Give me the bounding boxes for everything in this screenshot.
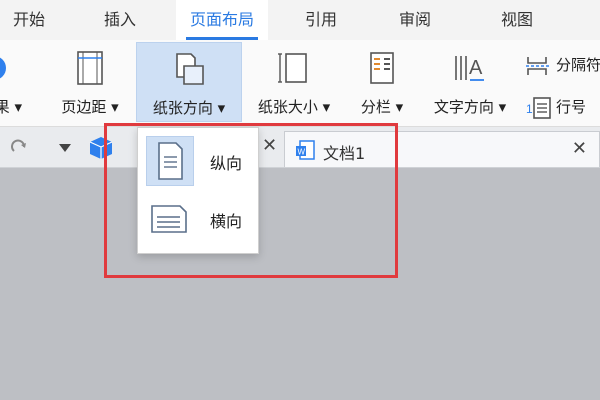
- page-margins-button[interactable]: 页边距 ▾: [50, 42, 130, 122]
- page-margins-icon: [77, 51, 103, 85]
- page-margins-label: 页边距 ▾: [61, 98, 119, 116]
- portrait-label: 纵向: [210, 154, 243, 173]
- tab-view[interactable]: 视图: [486, 0, 548, 40]
- svg-text:W: W: [298, 148, 306, 157]
- effects-label: 果 ▾: [0, 98, 22, 116]
- separator-label: 分隔符: [556, 56, 600, 74]
- separator-icon: [526, 56, 550, 75]
- line-numbers-label: 行号: [556, 98, 587, 116]
- columns-label: 分栏 ▾: [360, 98, 404, 116]
- cube-icon[interactable]: [88, 136, 114, 160]
- paper-size-icon: [278, 53, 307, 83]
- effects-button[interactable]: 果 ▾: [0, 42, 24, 122]
- text-direction-icon: A: [455, 56, 484, 81]
- tab-references[interactable]: 引用: [290, 0, 352, 40]
- document-tab-bar: ✕ W 文档1 ✕: [0, 127, 600, 168]
- landscape-label: 横向: [210, 212, 243, 231]
- quick-access-dropdown-icon[interactable]: [58, 143, 72, 153]
- line-numbers-icon: 1: [526, 96, 551, 119]
- portrait-option[interactable]: 纵向: [144, 134, 254, 188]
- word-document-icon: W: [296, 140, 315, 160]
- orientation-dropdown: 纵向 横向: [137, 127, 259, 254]
- ribbon-toolbar: 果 ▾ 页边距 ▾ 纸张方向 ▾ 纸张大小 ▾ 分栏 ▾ A 文字方向 ▾ 分隔…: [0, 40, 600, 127]
- columns-button[interactable]: 分栏 ▾: [350, 42, 414, 122]
- close-document-icon[interactable]: ✕: [572, 138, 587, 159]
- text-direction-label: 文字方向 ▾: [433, 98, 507, 116]
- tab-page-layout[interactable]: 页面布局: [176, 0, 268, 40]
- separator-button[interactable]: 分隔符: [526, 54, 600, 80]
- paper-orientation-icon: [176, 53, 204, 85]
- text-direction-button[interactable]: A 文字方向 ▾: [420, 42, 520, 122]
- redo-icon[interactable]: [10, 139, 30, 157]
- paper-size-label: 纸张大小 ▾: [257, 98, 331, 116]
- close-icon[interactable]: ✕: [262, 135, 277, 156]
- document-workspace: [0, 168, 600, 400]
- document-tab[interactable]: W 文档1 ✕: [284, 131, 600, 167]
- paper-size-button[interactable]: 纸张大小 ▾: [246, 42, 342, 122]
- effects-icon: [0, 57, 6, 79]
- tab-insert[interactable]: 插入: [84, 0, 156, 40]
- portrait-icon: [146, 136, 194, 186]
- line-numbers-button[interactable]: 1 行号: [526, 96, 586, 122]
- document-title: 文档1: [323, 144, 366, 163]
- svg-text:A: A: [469, 57, 483, 79]
- landscape-option[interactable]: 横向: [144, 192, 254, 246]
- paper-orientation-label: 纸张方向 ▾: [152, 99, 226, 117]
- tab-review[interactable]: 审阅: [384, 0, 446, 40]
- landscape-icon: [146, 194, 194, 244]
- columns-icon: [370, 52, 394, 84]
- paper-orientation-button[interactable]: 纸张方向 ▾: [136, 42, 242, 122]
- menu-tab-bar: 开始 插入 页面布局 引用 审阅 视图: [0, 0, 600, 41]
- tab-start[interactable]: 开始: [0, 0, 58, 40]
- svg-text:1: 1: [526, 102, 533, 116]
